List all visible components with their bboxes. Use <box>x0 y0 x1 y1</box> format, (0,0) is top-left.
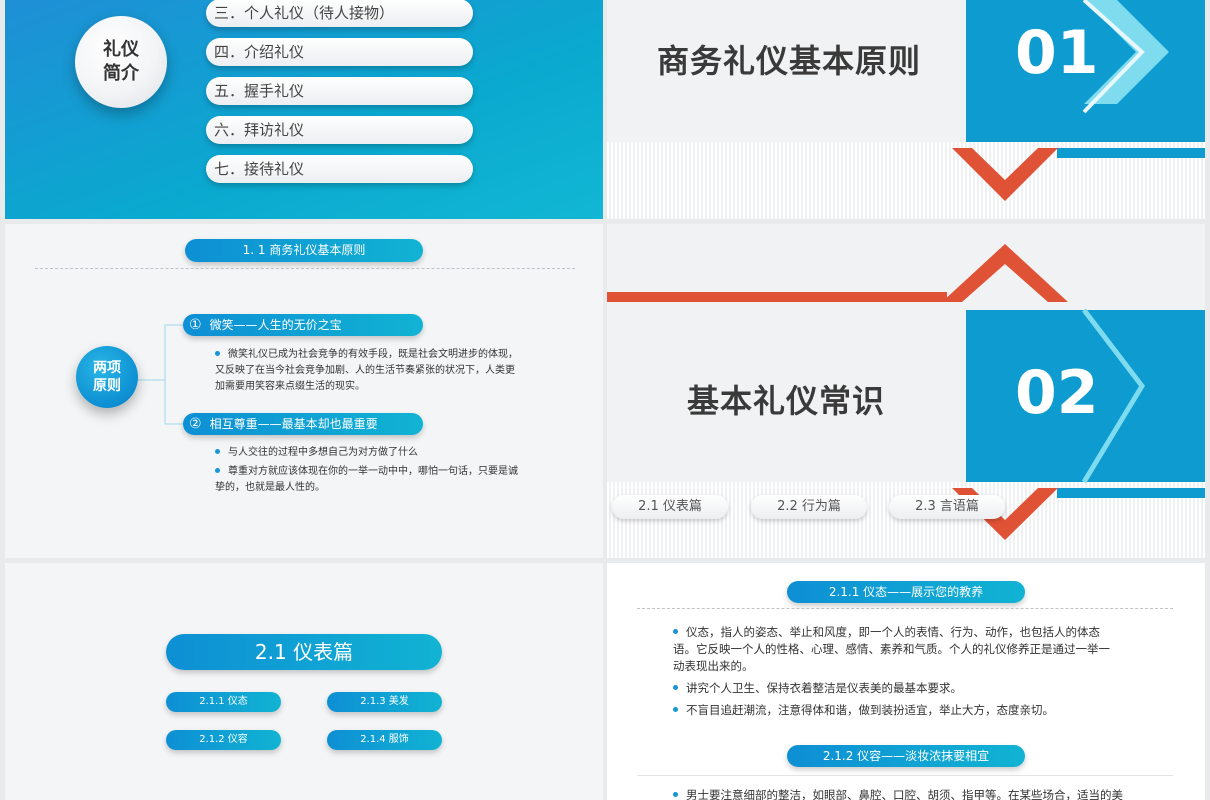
principle-2-label: 相互尊重——最基本却也最重要 <box>209 417 378 431</box>
slide-thumbnail-basic-principles[interactable]: 1. 1 商务礼仪基本原则 两项 原则 ① 微笑——人生的无价之宝 微笑礼仪已成为… <box>5 224 603 558</box>
menu-item-visit-etiquette[interactable]: 六．拜访礼仪 <box>206 116 473 144</box>
menu-item-handshake-etiquette[interactable]: 五．握手礼仪 <box>206 77 473 105</box>
slide-thumbnail-section-02[interactable]: 基本礼仪常识 02 2.1 仪表篇 2.2 行为篇 2.3 言语篇 <box>607 224 1205 558</box>
grooming-header-pill: 2.1.2 仪容——淡妆浓抹要相宜 <box>787 745 1025 767</box>
slide-thumbnail-posture-detail[interactable]: 2.1.1 仪态——展示您的教养 仪态，指人的姿态、举止和风度，即一个人的表情、… <box>607 563 1205 800</box>
posture-header-pill: 2.1.1 仪态——展示您的教养 <box>787 581 1025 603</box>
appearance-button-posture[interactable]: 2.1.1 仪态 <box>166 692 281 712</box>
posture-bullet-2: 讲究个人卫生、保持衣着整洁是仪表美的最基本要求。 <box>673 680 1121 697</box>
menu-item-personal-etiquette[interactable]: 三．个人礼仪（待人接物） <box>206 0 473 27</box>
appearance-button-hair[interactable]: 2.1.3 美发 <box>327 692 442 712</box>
slide-thumbnail-section-01[interactable]: 商务礼仪基本原则 01 <box>607 0 1205 219</box>
header-divider <box>637 608 1173 609</box>
menu-item-introduction-etiquette[interactable]: 四．介绍礼仪 <box>206 38 473 66</box>
section-chevron-graphic <box>952 0 1205 201</box>
bullet-dot <box>673 629 678 634</box>
slide-thumbnail-appearance[interactable]: 2.1 仪表篇 2.1.1 仪态 2.1.3 美发 2.1.2 仪容 2.1.4… <box>5 563 603 800</box>
tab-appearance[interactable]: 2.1 仪表篇 <box>612 495 728 519</box>
tab-behavior[interactable]: 2.2 行为篇 <box>751 495 867 519</box>
appearance-button-grooming[interactable]: 2.1.2 仪容 <box>166 730 281 750</box>
bullet-dot <box>673 707 678 712</box>
appearance-button-attire[interactable]: 2.1.4 服饰 <box>327 730 442 750</box>
appearance-title-pill: 2.1 仪表篇 <box>166 634 442 670</box>
tab-speech[interactable]: 2.3 言语篇 <box>889 495 1005 519</box>
section-title: 基本礼仪常识 <box>687 382 886 420</box>
bullet-dot <box>215 350 220 356</box>
bullet-dot <box>215 467 220 473</box>
section-title: 商务礼仪基本原则 <box>657 42 922 80</box>
menu-item-reception-etiquette[interactable]: 七．接待礼仪 <box>206 155 473 183</box>
bullet-dot <box>215 448 220 454</box>
bullet-dot <box>673 792 678 797</box>
principle-respect-pill: ② 相互尊重——最基本却也最重要 <box>183 413 423 435</box>
principle-1-marker: ① <box>189 317 202 333</box>
section-number: 02 <box>1015 358 1099 428</box>
principle-smile-pill: ① 微笑——人生的无价之宝 <box>183 314 423 336</box>
slide-thumbnail-etiquette-intro[interactable]: 礼仪 简介 三．个人礼仪（待人接物） 四．介绍礼仪 五．握手礼仪 六．拜访礼仪 … <box>5 0 603 219</box>
etiquette-intro-circle: 礼仪 简介 <box>75 16 167 108</box>
principle-2-bullet-1: 与人交往的过程中多想自己为对方做了什么 <box>215 445 523 461</box>
principle-2-marker: ② <box>189 416 202 432</box>
section-number: 01 <box>1015 18 1099 88</box>
posture-bullet-1: 仪态，指人的姿态、举止和风度，即一个人的表情、行为、动作，也包括人的体态语。它反… <box>673 625 1110 673</box>
bullet-dot <box>673 685 678 690</box>
posture-bullet-3: 不盲目追赶潮流，注意得体和谐，做到装扮适宜，举止大方，态度亲切。 <box>673 702 1121 719</box>
two-principles-circle: 两项 原则 <box>76 346 138 408</box>
principle-2-bullet-2: 尊重对方就应该体现在你的一举一动中中，哪怕一句话，只要是诚挚的，也就是最人性的。 <box>215 466 518 493</box>
grooming-bullet-1: 男士要注意细部的整洁，如眼部、鼻腔、口腔、胡须、指甲等。在某些场合，适当的美 <box>673 787 1153 800</box>
principle-1-bullet: 微笑礼仪已成为社会竞争的有效手段，既是社会文明进步的体现，又反映了在当今社会竞争… <box>215 349 518 392</box>
section-divider <box>637 775 1173 776</box>
principle-1-label: 微笑——人生的无价之宝 <box>209 318 342 332</box>
